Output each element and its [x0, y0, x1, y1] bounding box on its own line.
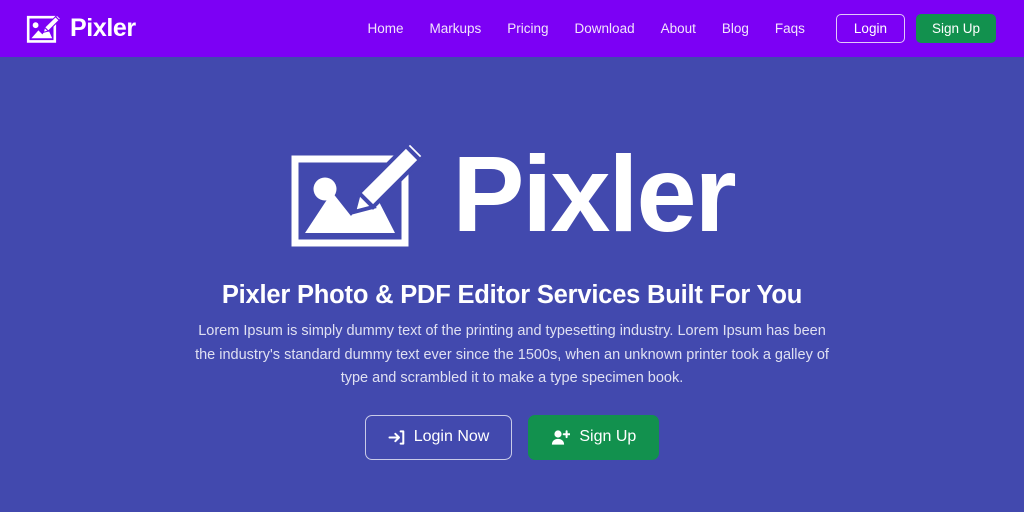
- image-pencil-logo-icon: [26, 14, 62, 43]
- hero-paragraph: Lorem Ipsum is simply dummy text of the …: [195, 323, 829, 387]
- header-signup-button[interactable]: Sign Up: [915, 13, 996, 44]
- image-pencil-logo-icon: [291, 139, 428, 247]
- user-plus-icon: [552, 430, 571, 445]
- hero-section: Pixler Pixler Photo & PDF Editor Service…: [0, 57, 1024, 512]
- nav-item-blog[interactable]: Blog: [709, 16, 762, 42]
- hero-logo-lockup: Pixler: [289, 133, 737, 254]
- hero-signup-label: Sign Up: [579, 428, 637, 446]
- header-login-button[interactable]: Login: [835, 13, 905, 44]
- hero-login-now-button[interactable]: Login Now: [364, 414, 513, 460]
- brand-name: Pixler: [70, 14, 136, 42]
- nav-item-home[interactable]: Home: [355, 16, 417, 42]
- nav-item-markups[interactable]: Markups: [417, 16, 495, 42]
- hero-cta-group: Login Now Sign Up: [364, 414, 660, 460]
- nav-item-about[interactable]: About: [648, 16, 709, 42]
- nav-item-pricing[interactable]: Pricing: [494, 16, 561, 42]
- landing-page: Pixler Home Markups Pricing Download Abo…: [0, 0, 1024, 512]
- sign-in-arrow-icon: [388, 430, 405, 445]
- site-header: Pixler Home Markups Pricing Download Abo…: [0, 0, 1024, 57]
- brand-logo[interactable]: Pixler: [26, 13, 136, 44]
- hero-headline: Pixler Photo & PDF Editor Services Built…: [221, 281, 803, 309]
- header-actions: Login Sign Up: [835, 13, 996, 44]
- nav-item-faqs[interactable]: Faqs: [762, 16, 818, 42]
- main-navigation: Home Markups Pricing Download About Blog…: [355, 13, 996, 44]
- nav-item-download[interactable]: Download: [562, 16, 648, 42]
- hero-signup-button[interactable]: Sign Up: [528, 414, 660, 460]
- hero-wordmark: Pixler: [452, 133, 736, 254]
- hero-login-now-label: Login Now: [413, 428, 490, 446]
